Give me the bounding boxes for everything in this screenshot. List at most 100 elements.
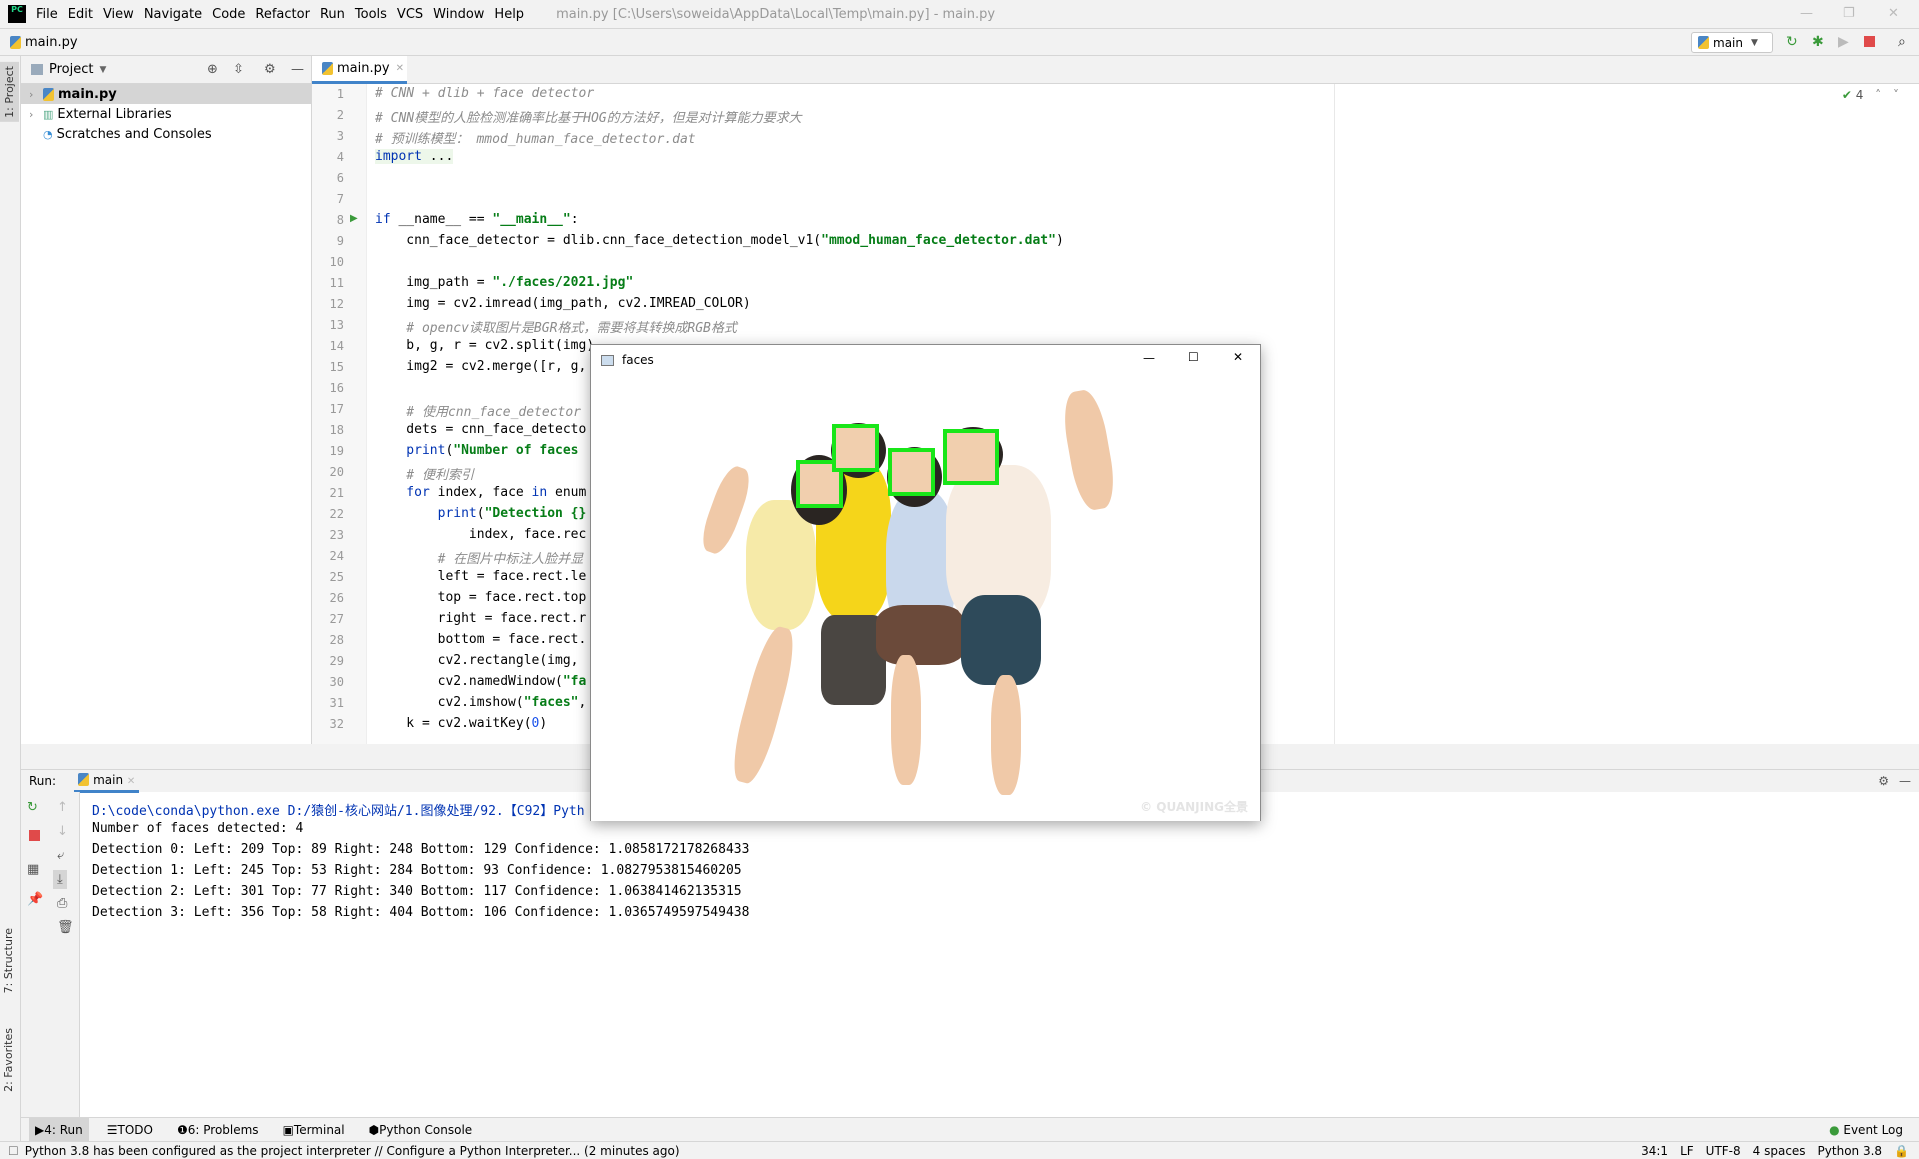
close-tab-icon[interactable]: ✕ [127,776,135,787]
code-line[interactable]: top = face.rect.top [375,590,587,605]
menu-help[interactable]: Help [494,7,524,22]
faces-window[interactable]: faces — ☐ ✕ © QUANJING全景 [590,344,1261,821]
code-line[interactable]: # CNN + dlib + face detector [375,86,594,101]
scroll-to-end-icon[interactable]: ⤓ [53,870,67,889]
run-gutter-icon[interactable]: ▶ [350,213,358,224]
code-line[interactable]: cv2.namedWindow("fa [375,674,587,689]
faces-window-titlebar[interactable]: faces — ☐ ✕ [591,345,1260,375]
inspection-widget[interactable]: ✔ 4 ˄ ˅ [1842,88,1899,102]
chevron-right-icon[interactable]: › [29,108,43,121]
breadcrumb[interactable]: main.py [25,35,78,50]
rerun-icon[interactable]: ↻ [27,800,38,815]
code-line[interactable]: if __name__ == "__main__": [375,212,579,227]
code-line[interactable]: import ... [375,149,454,164]
tab-main-py[interactable]: main.py ✕ [312,56,407,84]
search-icon[interactable]: ⌕ [1898,34,1906,50]
tab-structure[interactable]: 7: Structure [2,928,15,993]
code-line[interactable]: cnn_face_detector = dlib.cnn_face_detect… [375,233,1063,248]
close-icon[interactable]: ✕ [1233,350,1243,364]
rerun-icon[interactable]: ↻ [1786,34,1798,50]
menu-refactor[interactable]: Refactor [255,7,310,22]
code-line[interactable]: # 预训练模型： mmod_human_face_detector.dat [375,128,696,147]
tab-todo[interactable]: ☰ TODO [101,1118,159,1142]
code-line[interactable]: dets = cnn_face_detecto [375,422,586,437]
hide-icon[interactable]: — [291,62,304,77]
print-icon[interactable]: ⎙ [57,896,67,911]
code-line[interactable]: bottom = face.rect. [375,632,587,647]
pin-icon[interactable]: 📌 [27,892,43,907]
tab-project[interactable]: 1: Project [0,62,19,122]
menu-view[interactable]: View [103,7,134,22]
tree-item-external-libraries[interactable]: › ▥ External Libraries [21,104,311,124]
tree-item-scratches[interactable]: ◔ Scratches and Consoles [21,124,311,144]
chevron-up-icon[interactable]: ˄ [1875,88,1881,102]
menu-file[interactable]: File [36,7,58,22]
indent[interactable]: 4 spaces [1753,1144,1806,1158]
soft-wrap-icon[interactable]: ⤶ [57,848,64,863]
code-line[interactable]: right = face.rect.r [375,611,587,626]
code-line[interactable]: img = cv2.imread(img_path, cv2.IMREAD_CO… [375,296,750,311]
trash-icon[interactable]: 🗑 [57,920,74,935]
menu-run[interactable]: Run [320,7,345,22]
encoding[interactable]: UTF-8 [1706,1144,1741,1158]
maximize-icon[interactable]: ☐ [1188,350,1199,364]
tab-problems[interactable]: ❶ 6: Problems [171,1118,265,1142]
code-line[interactable]: cv2.rectangle(img, [375,653,579,668]
gear-icon[interactable]: ⚙ [1878,774,1889,788]
code-line[interactable]: for index, face in enum [375,485,586,500]
minimize-icon[interactable]: — [1143,351,1155,365]
down-arrow-icon[interactable]: ↓ [57,824,68,839]
debug-icon[interactable]: ✱ [1812,34,1824,50]
run-config-select[interactable]: main ▼ [1691,32,1773,53]
minimize-icon[interactable]: — [1800,6,1813,21]
stop-icon[interactable] [29,830,40,841]
code-line[interactable]: b, g, r = cv2.split(img) [375,338,594,353]
code-line[interactable]: cv2.imshow("faces", [375,695,587,710]
chevron-down-icon[interactable]: ˅ [1893,88,1899,102]
interpreter[interactable]: Python 3.8 [1818,1144,1883,1158]
status-message[interactable]: Python 3.8 has been configured as the pr… [25,1144,680,1158]
lock-icon[interactable]: 🔒 [1894,1144,1909,1158]
code-line[interactable]: index, face.rec [375,527,586,542]
code-line[interactable]: left = face.rect.le [375,569,587,584]
coverage-icon[interactable]: ▶ [1838,34,1849,50]
code-line[interactable]: # opencv读取图片是BGR格式，需要将其转换成RGB格式 [375,317,737,336]
line-separator[interactable]: LF [1680,1144,1694,1158]
menu-tools[interactable]: Tools [355,7,387,22]
tab-terminal[interactable]: ▣ Terminal [277,1118,351,1142]
code-line[interactable]: k = cv2.waitKey(0) [375,716,547,731]
up-arrow-icon[interactable]: ↑ [57,800,68,815]
gear-icon[interactable]: ⚙ [264,62,276,77]
event-log-button[interactable]: ● Event Log [1823,1118,1909,1142]
collapse-icon[interactable]: ⇳ [233,62,244,77]
tree-item-main-py[interactable]: › main.py [21,84,311,104]
menu-code[interactable]: Code [212,7,245,22]
code-line[interactable]: # 在图片中标注人脸并显 [375,548,584,567]
chevron-down-icon[interactable]: ▼ [99,65,106,75]
code-line[interactable]: # 便利索引 [375,464,474,483]
hide-icon[interactable]: — [1899,774,1911,788]
tab-python-console[interactable]: ⬢ Python Console [363,1118,479,1142]
code-line[interactable]: img_path = "./faces/2021.jpg" [375,275,633,290]
close-icon[interactable]: ✕ [1888,6,1899,21]
code-line[interactable]: print("Detection {} [375,506,587,521]
menu-navigate[interactable]: Navigate [144,7,202,22]
layout-icon[interactable]: ▦ [27,862,39,877]
tab-run[interactable]: ▶ 4: Run [29,1117,89,1142]
code-line[interactable]: # CNN模型的人脸检测准确率比基于HOG的方法好，但是对计算能力要求大 [375,107,802,126]
code-line[interactable]: img2 = cv2.merge([r, g, [375,359,586,374]
tab-favorites[interactable]: 2: Favorites [2,1028,15,1092]
chevron-right-icon[interactable]: › [29,88,43,101]
restore-icon[interactable]: ❐ [1843,6,1855,21]
project-title[interactable]: Project [49,62,93,77]
locate-icon[interactable]: ⊕ [207,62,218,77]
code-line[interactable]: print("Number of faces [375,443,578,458]
close-tab-icon[interactable]: ✕ [396,63,404,74]
menu-edit[interactable]: Edit [68,7,93,22]
menu-vcs[interactable]: VCS [397,7,423,22]
run-tab-main[interactable]: main ✕ [74,770,140,793]
stop-icon[interactable] [1864,36,1875,47]
menu-window[interactable]: Window [433,7,484,22]
caret-position[interactable]: 34:1 [1641,1144,1668,1158]
code-line[interactable]: # 使用cnn_face_detector [375,401,581,420]
